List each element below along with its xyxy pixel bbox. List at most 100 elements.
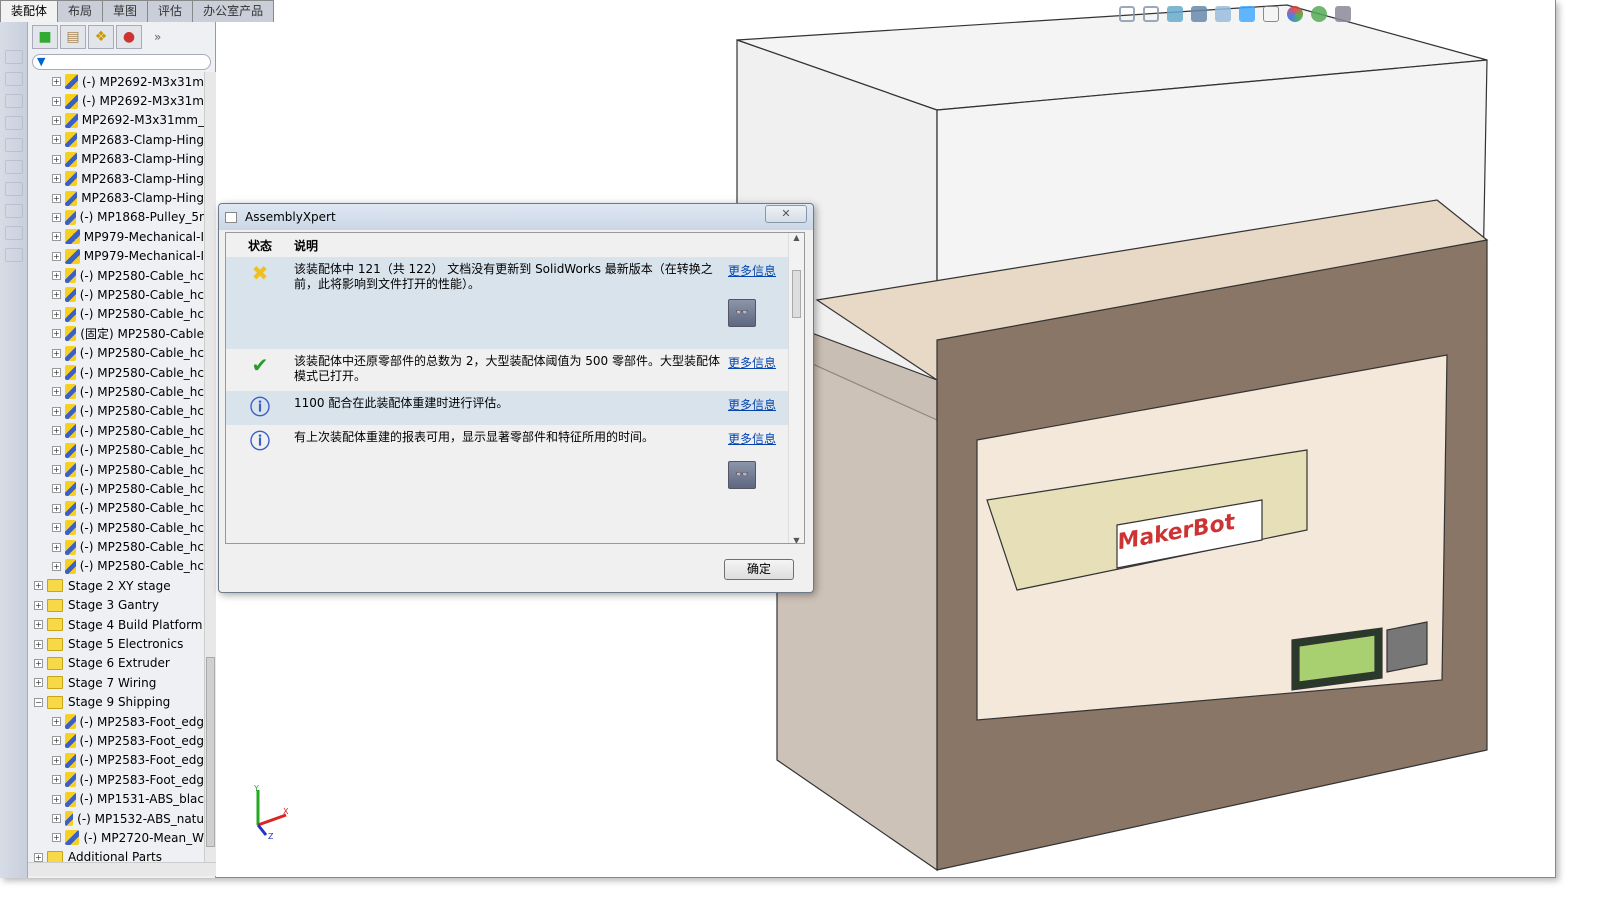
tree-component[interactable]: + (-) MP2580-Cable_hc [28,499,204,518]
expand-icon[interactable]: + [52,368,61,378]
expand-icon[interactable]: + [34,639,43,649]
tree-component[interactable]: + MP2692-M3x31mm_ [28,111,204,130]
collapse-icon[interactable]: − [34,697,43,707]
tree-component[interactable]: + (-) MP2580-Cable_hc [28,402,204,421]
tool-icon[interactable] [5,226,23,240]
tool-icon[interactable] [5,94,23,108]
more-info-link[interactable]: 更多信息 [728,354,776,371]
tool-icon[interactable] [5,50,23,64]
tree-folder[interactable]: + Stage 7 Wiring [28,673,204,692]
tool-icon[interactable] [5,72,23,86]
tab-1[interactable]: 布局 [57,0,104,22]
tool-icon[interactable] [5,182,23,196]
tree-component[interactable]: + (-) MP2580-Cable_hc [28,518,204,537]
tab-0[interactable]: 装配体 [0,0,59,22]
tree-component[interactable]: + (-) MP2583-Foot_edg [28,731,204,750]
tree-component[interactable]: + (-) MP2580-Cable_hc [28,537,204,556]
expand-icon[interactable]: + [52,387,61,397]
scrollbar-thumb[interactable] [792,270,801,318]
more-info-link[interactable]: 更多信息 [728,262,776,279]
tree-component[interactable]: + MP979-Mechanical-I [28,247,204,266]
expand-icon[interactable]: + [52,348,61,358]
tree-component[interactable]: + (-) MP2580-Cable_hc [28,421,204,440]
expand-icon[interactable]: + [52,290,61,300]
expand-icon[interactable]: + [52,115,61,125]
tree-component[interactable]: + (-) MP1868-Pulley_5r [28,208,204,227]
expand-icon[interactable]: + [52,271,61,281]
property-manager-tab-icon[interactable]: ▤ [60,25,86,49]
tree-folder[interactable]: + Additional Parts [28,848,204,862]
expand-icon[interactable]: + [52,445,61,455]
dialog-titlebar[interactable]: AssemblyXpert ✕ [219,204,813,230]
tree-component[interactable]: + MP979-Mechanical-I [28,227,204,246]
display-style-icon[interactable] [1239,6,1255,22]
tree-component[interactable]: + (-) MP2580-Cable_hc [28,363,204,382]
tree-component[interactable]: + (-) MP2580-Cable_hc [28,285,204,304]
previous-view-icon[interactable] [1167,6,1183,22]
hide-show-items-icon[interactable] [1263,6,1279,22]
expand-icon[interactable]: + [34,852,43,862]
tree-component[interactable]: + (-) MP1532-ABS_natu [28,809,204,828]
tree-vertical-scrollbar[interactable] [204,72,216,862]
expand-icon[interactable]: + [52,96,61,106]
tool-icon[interactable] [5,248,23,262]
configuration-tab-icon[interactable]: ❖ [88,25,114,49]
tree-folder[interactable]: + Stage 3 Gantry [28,596,204,615]
expand-icon[interactable]: + [52,503,61,513]
tree-component[interactable]: + MP2683-Clamp-Hing [28,130,204,149]
expand-icon[interactable]: + [52,561,61,571]
more-info-link[interactable]: 更多信息 [728,430,776,447]
view-glasses-button[interactable]: 👓 [728,299,756,327]
expand-icon[interactable]: + [52,775,61,785]
tree-component[interactable]: + (-) MP2692-M3x31m [28,72,204,91]
expand-icon[interactable]: + [34,678,43,688]
feature-tree-tab-icon[interactable]: ■ [32,25,58,49]
expand-icon[interactable]: + [34,581,43,591]
expand-icon[interactable]: + [52,426,61,436]
more-tabs-button[interactable]: » [154,30,161,44]
expand-icon[interactable]: + [34,600,43,610]
zoom-to-area-icon[interactable] [1143,6,1159,22]
tree-horizontal-scrollbar[interactable] [28,862,216,876]
expand-icon[interactable]: + [52,736,61,746]
tree-component[interactable]: + (-) MP2580-Cable_hc [28,305,204,324]
expand-icon[interactable]: + [52,329,61,339]
view-settings-icon[interactable] [1335,6,1351,22]
tree-folder[interactable]: − Stage 9 Shipping [28,693,204,712]
tree-component[interactable]: + (-) MP1531-ABS_blac [28,789,204,808]
view-orientation-icon[interactable] [1215,6,1231,22]
expand-icon[interactable]: + [52,135,61,145]
tree-component[interactable]: + MP2683-Clamp-Hing [28,188,204,207]
expand-icon[interactable]: + [52,309,61,319]
expand-icon[interactable]: + [34,620,43,630]
scroll-up-icon[interactable]: ▲ [789,233,804,242]
tree-filter-input[interactable]: ▼ [32,54,211,70]
tool-icon[interactable] [5,138,23,152]
tab-2[interactable]: 草图 [102,0,149,22]
ok-button[interactable]: 确定 [724,559,794,580]
expand-icon[interactable]: + [52,833,61,843]
tree-component[interactable]: + (-) MP2580-Cable_hc [28,460,204,479]
tree-component[interactable]: + (-) MP2580-Cable_hc [28,343,204,362]
expand-icon[interactable]: + [52,523,61,533]
tree-component[interactable]: + MP2683-Clamp-Hing [28,150,204,169]
close-button[interactable]: ✕ [765,205,807,223]
expand-icon[interactable]: + [52,406,61,416]
tree-component[interactable]: + (-) MP2580-Cable_hc [28,479,204,498]
expand-icon[interactable]: + [52,174,61,184]
scrollbar-thumb[interactable] [206,657,215,847]
scene-icon[interactable] [1311,6,1327,22]
expand-icon[interactable]: + [52,484,61,494]
scroll-down-icon[interactable]: ▼ [789,536,804,543]
tree-component[interactable]: + (-) MP2583-Foot_edg [28,770,204,789]
tool-icon[interactable] [5,204,23,218]
expand-icon[interactable]: + [52,794,61,804]
tree-folder[interactable]: + Stage 6 Extruder [28,654,204,673]
tool-icon[interactable] [5,160,23,174]
expand-icon[interactable]: + [52,251,61,261]
expand-icon[interactable]: + [52,542,61,552]
tree-component[interactable]: + (-) MP2692-M3x31m [28,91,204,110]
display-manager-tab-icon[interactable]: ● [116,25,142,49]
expand-icon[interactable]: + [52,193,61,203]
expand-icon[interactable]: + [52,717,61,727]
